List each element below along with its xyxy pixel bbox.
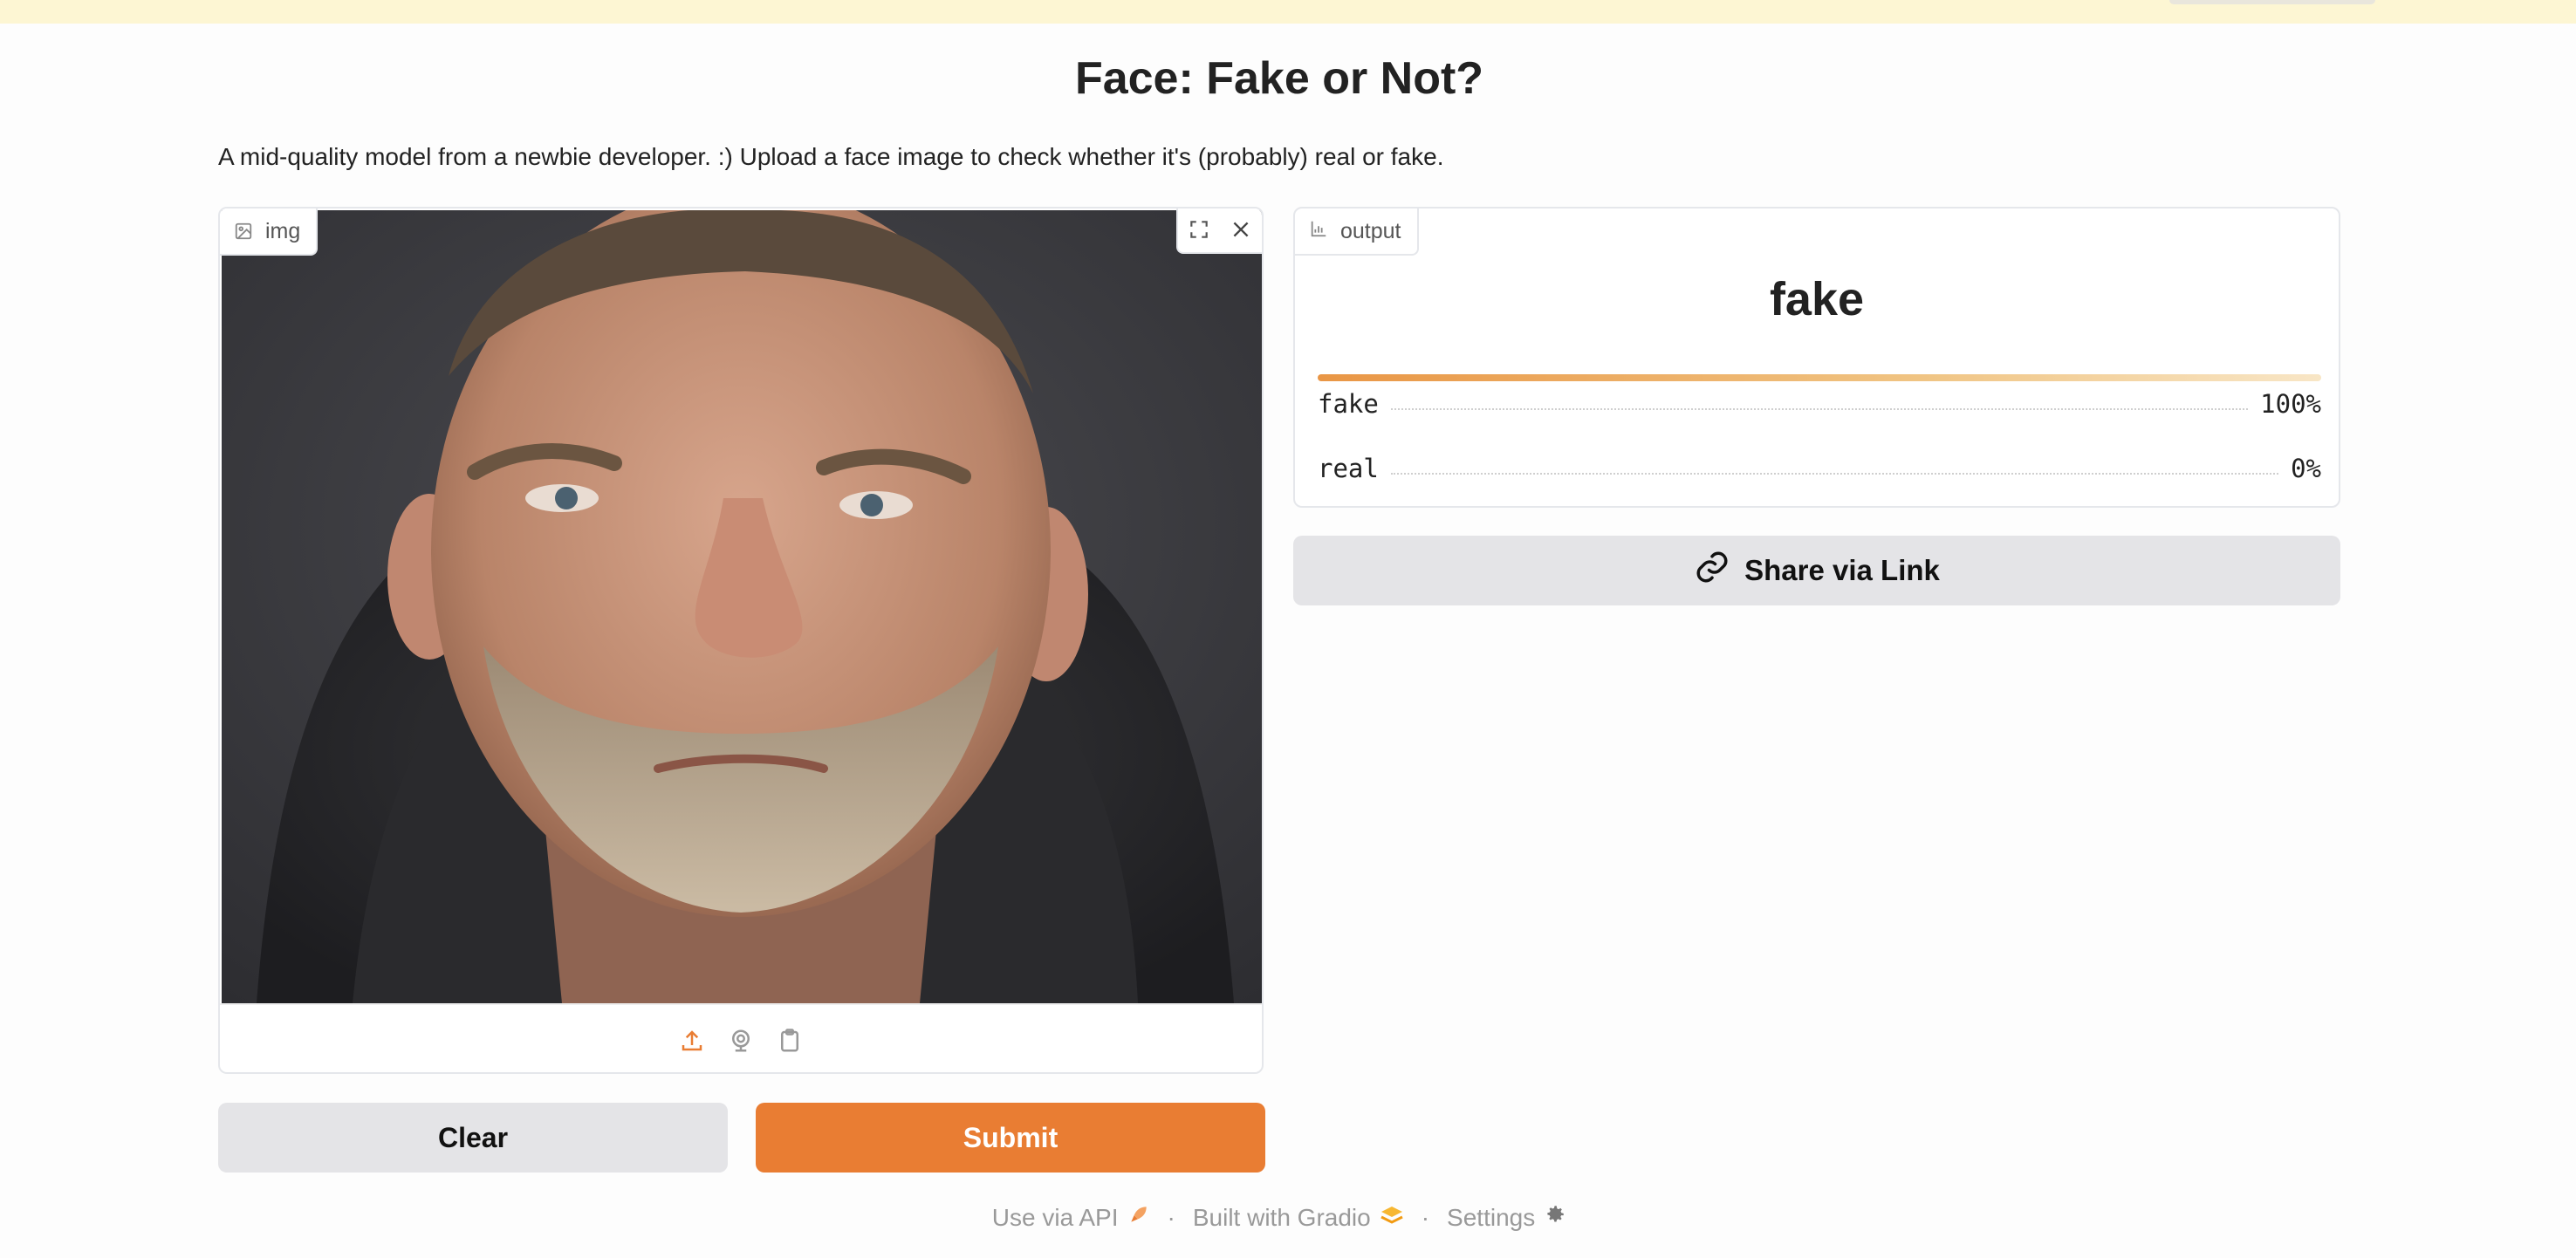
confidence-value: 100% (2260, 389, 2321, 419)
webcam-icon[interactable] (726, 1026, 756, 1056)
image-label-text: img (265, 218, 301, 243)
uploaded-face-image (222, 210, 1262, 1003)
output-panel: output fake 100% real 0% (1293, 207, 2340, 508)
predicted-label: fake (1769, 273, 1865, 325)
api-text: Use via API (991, 1203, 1119, 1231)
gradio-text: Built with Gradio (1192, 1203, 1371, 1231)
close-icon[interactable] (1220, 209, 1262, 250)
confidence-label: real (1318, 454, 1379, 483)
output-label-text: output (1340, 218, 1401, 243)
clipboard-icon[interactable] (775, 1026, 805, 1056)
image-toolbar (1176, 209, 1262, 254)
link-icon (1694, 549, 1730, 592)
image-source-bar (220, 1003, 1262, 1072)
bar-chart-icon (1309, 219, 1328, 244)
confidence-value: 0% (2291, 454, 2321, 483)
image-icon (234, 222, 253, 241)
rocket-icon (1127, 1203, 1150, 1232)
footer-separator: · (1167, 1203, 1175, 1231)
upload-icon[interactable] (677, 1026, 707, 1056)
confidence-row-real: real 0% (1318, 453, 2321, 484)
image-input[interactable]: img (218, 207, 1264, 1074)
output-label: output (1295, 209, 1419, 256)
settings-text: Settings (1447, 1203, 1536, 1231)
confidence-bar (1318, 374, 2321, 381)
use-via-api-link[interactable]: Use via API (992, 1203, 1150, 1232)
share-button[interactable]: Share via Link (1293, 536, 2340, 605)
footer: Use via API · Built with Gradio · Settin… (0, 1203, 2559, 1232)
confidence-label: fake (1318, 389, 1379, 419)
built-with-gradio-link[interactable]: Built with Gradio (1193, 1204, 1404, 1232)
settings-link[interactable]: Settings (1447, 1203, 1566, 1232)
dotted-leader (1390, 408, 2249, 410)
confidence-row-fake: fake 100% (1318, 388, 2321, 420)
share-label: Share via Link (1744, 554, 1940, 586)
gradio-logo-icon (1380, 1204, 1404, 1232)
gear-icon (1544, 1203, 1566, 1232)
image-input-label: img (220, 209, 319, 256)
page-description: A mid-quality model from a newbie develo… (218, 143, 1444, 170)
banner-tab[interactable] (2169, 0, 2375, 4)
fullscreen-icon[interactable] (1178, 209, 1220, 250)
clear-button[interactable]: Clear (218, 1103, 728, 1173)
submit-button[interactable]: Submit (756, 1103, 1265, 1173)
footer-separator: · (1421, 1203, 1430, 1231)
dotted-leader (1390, 473, 2279, 475)
page-title: Face: Fake or Not? (1074, 53, 1484, 104)
top-banner (0, 0, 2576, 24)
